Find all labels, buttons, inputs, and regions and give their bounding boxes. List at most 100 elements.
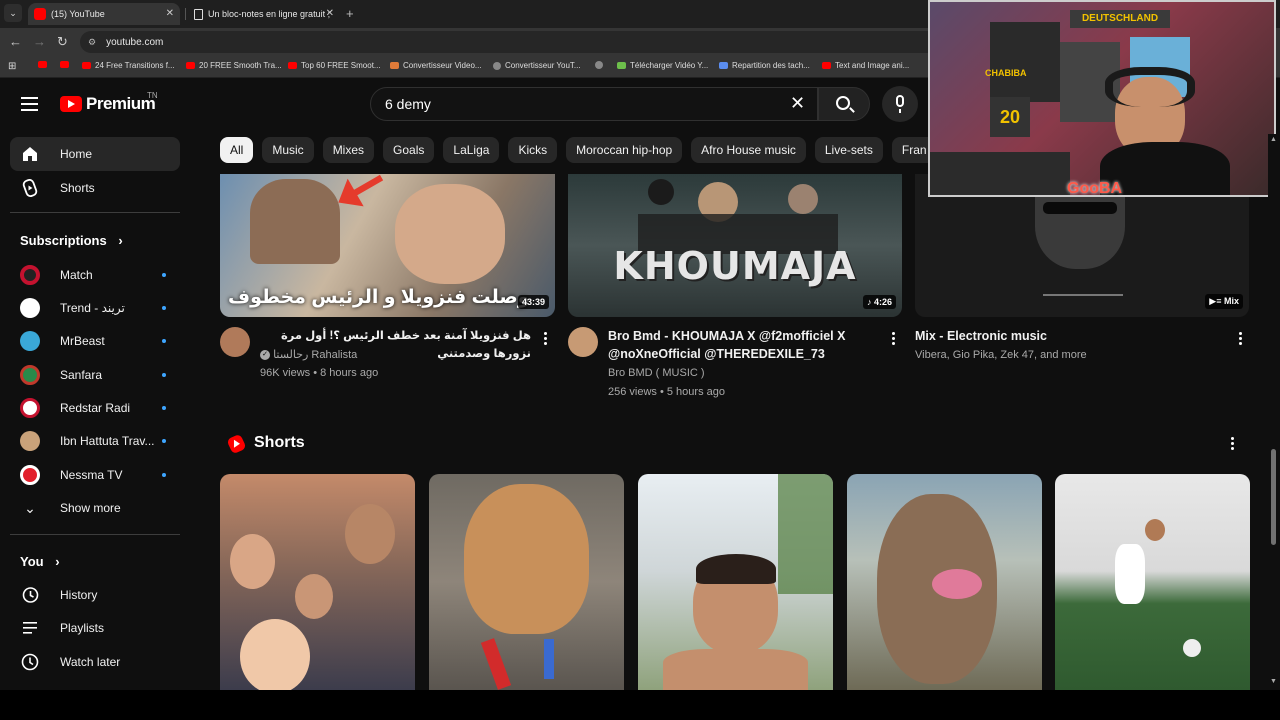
tab-search-menu[interactable]: ⌄: [4, 4, 22, 22]
chip-all[interactable]: All: [220, 137, 254, 163]
chip-music[interactable]: Music: [262, 137, 314, 163]
short-thumbnail[interactable]: [429, 474, 624, 690]
voice-search-button[interactable]: [882, 86, 918, 122]
youtube-bookmark-icon: [288, 62, 297, 69]
bookmark-label: Convertisseur YouT...: [505, 61, 581, 70]
channel-avatar[interactable]: [568, 327, 598, 357]
chip-mixes[interactable]: Mixes: [322, 137, 375, 163]
chip-kicks[interactable]: Kicks: [508, 137, 558, 163]
page-scrollbar[interactable]: ▲ ▼: [1268, 134, 1280, 690]
address-bar[interactable]: ⚙ youtube.com: [80, 31, 940, 53]
bookmark-item[interactable]: Top 60 FREE Smoot...: [288, 61, 381, 70]
menu-hamburger-icon[interactable]: [21, 97, 38, 111]
bookmark-item[interactable]: Télécharger Vidéo Y...: [617, 61, 708, 70]
microphone-icon: [896, 95, 904, 107]
scroll-down-icon[interactable]: ▼: [1270, 678, 1277, 685]
video-thumbnail[interactable]: KHOUMAJA ♪ 4:26: [568, 174, 902, 317]
close-tab-icon[interactable]: ✕: [166, 8, 174, 19]
bookmark-label: Repartition des tach...: [732, 61, 810, 70]
sidebar-item-home[interactable]: Home: [10, 137, 180, 171]
video-title[interactable]: Mix - Electronic music: [915, 327, 1215, 345]
show-more-button[interactable]: ⌄ Show more: [10, 493, 180, 523]
bookmark-item[interactable]: Convertisseur Video...: [390, 61, 482, 70]
shorts-section-title: Shorts: [254, 434, 305, 451]
chip-moroccan-hip-hop[interactable]: Moroccan hip-hop: [566, 137, 683, 163]
close-tab-icon[interactable]: ✕: [326, 8, 334, 19]
duration-label: 4:26: [873, 297, 892, 307]
avatar: [20, 398, 40, 418]
sidebar-item-watch-later[interactable]: Watch later: [10, 647, 180, 677]
chip-laliga[interactable]: LaLiga: [443, 137, 500, 163]
youtube-play-logo-icon: [60, 96, 82, 112]
short-thumbnail[interactable]: [1055, 474, 1250, 690]
you-heading[interactable]: You ›: [20, 554, 60, 569]
scrollbar-thumb[interactable]: [1271, 449, 1276, 545]
new-content-dot: [162, 273, 166, 277]
webcam-overlay: DEUTSCHLAND CHABIBA 20 GooBA: [928, 0, 1276, 197]
forward-arrow-icon[interactable]: →: [33, 34, 46, 49]
thumbnail-person: [395, 184, 505, 284]
new-content-dot: [162, 306, 166, 310]
bookmark-item[interactable]: Convertisseur YouT...: [493, 61, 581, 70]
new-tab-icon[interactable]: +: [346, 6, 354, 21]
sidebar-item-trend[interactable]: Trend - تريند: [10, 293, 180, 323]
bookmark-item[interactable]: 24 Free Transitions f...: [82, 61, 175, 70]
chip-live-sets[interactable]: Live-sets: [814, 137, 883, 163]
sidebar-item-sanfara[interactable]: Sanfara: [10, 360, 180, 390]
new-content-dot: [162, 439, 166, 443]
short-thumbnail[interactable]: [847, 474, 1042, 690]
channel-name[interactable]: Bro BMD ( MUSIC ): [608, 364, 705, 382]
youtube-bookmark-icon: [82, 62, 91, 69]
bookmark-globe[interactable]: [595, 61, 607, 69]
sidebar-item-redstar-radi[interactable]: Redstar Radi: [10, 393, 180, 423]
thumbnail-person: [648, 179, 674, 205]
chevron-down-icon: ⌄: [24, 499, 36, 516]
video-title[interactable]: Bro Bmd - KHOUMAJA X @f2mofficiel X @noX…: [608, 327, 878, 363]
short-thumbnail[interactable]: [220, 474, 415, 690]
bookmark-youtube-2[interactable]: [60, 61, 73, 68]
sidebar-item-mrbeast[interactable]: MrBeast: [10, 326, 180, 356]
chip-afro-house[interactable]: Afro House music: [691, 137, 806, 163]
sidebar-item-match[interactable]: Match: [10, 260, 180, 290]
search-input[interactable]: 6 demy: [370, 87, 818, 121]
banner-text: DEUTSCHLAND: [1070, 10, 1170, 28]
sidebar-item-nessma-tv[interactable]: Nessma TV: [10, 460, 180, 490]
tab-youtube[interactable]: (15) YouTube ✕: [28, 3, 180, 25]
channel-avatar[interactable]: [220, 327, 250, 357]
more-options-icon[interactable]: [544, 332, 548, 347]
apps-grid-icon[interactable]: ⊞: [8, 61, 16, 72]
bookmark-item[interactable]: Repartition des tach...: [719, 61, 810, 70]
search-button[interactable]: [818, 87, 870, 121]
clear-search-icon[interactable]: ✕: [790, 93, 805, 114]
thumbnail-head: [1145, 519, 1165, 541]
sidebar-item-label: Playlists: [60, 621, 105, 635]
sidebar-item-shorts[interactable]: Shorts: [10, 171, 180, 205]
scroll-up-icon[interactable]: ▲: [1270, 136, 1277, 143]
tab-title: Un bloc-notes en ligne gratuit ;: [208, 9, 331, 19]
streamer-tag: GooBA: [1067, 180, 1123, 197]
reload-icon[interactable]: ↻: [57, 34, 68, 50]
short-thumbnail[interactable]: [638, 474, 833, 690]
site-info-icon[interactable]: ⚙: [88, 37, 96, 48]
video-thumbnail[interactable]: وصلت فنزويلا و الرئيس مخطوف 43:39: [220, 174, 555, 317]
subscriptions-heading[interactable]: Subscriptions ›: [20, 233, 123, 248]
more-options-icon[interactable]: [1231, 437, 1235, 452]
back-arrow-icon[interactable]: ←: [9, 34, 22, 49]
more-options-icon[interactable]: [892, 332, 896, 347]
firecracker-graphic: [480, 638, 512, 690]
chip-goals[interactable]: Goals: [383, 137, 435, 163]
jersey-number: 20: [990, 97, 1030, 137]
tab-notepad[interactable]: Un bloc-notes en ligne gratuit ; ✕: [188, 3, 340, 25]
bookmark-youtube-1[interactable]: [38, 61, 51, 68]
bookmark-item[interactable]: 20 FREE Smooth Tra...: [186, 61, 282, 70]
chip-fran[interactable]: Fran: [891, 137, 930, 163]
youtube-premium-logo[interactable]: Premium: [60, 94, 156, 114]
sidebar-item-history[interactable]: History: [10, 580, 180, 610]
sidebar-item-ibn-hattuta[interactable]: Ibn Hattuta Trav...: [10, 426, 180, 456]
tab-title: (15) YouTube: [51, 9, 105, 19]
channel-name[interactable]: ✓ رحالستا Rahalista: [260, 346, 357, 364]
more-options-icon[interactable]: [1239, 332, 1243, 347]
youtube-favicon-icon: [34, 8, 46, 20]
sidebar-item-playlists[interactable]: Playlists: [10, 613, 180, 643]
bookmark-item[interactable]: Text and Image ani...: [822, 61, 909, 70]
